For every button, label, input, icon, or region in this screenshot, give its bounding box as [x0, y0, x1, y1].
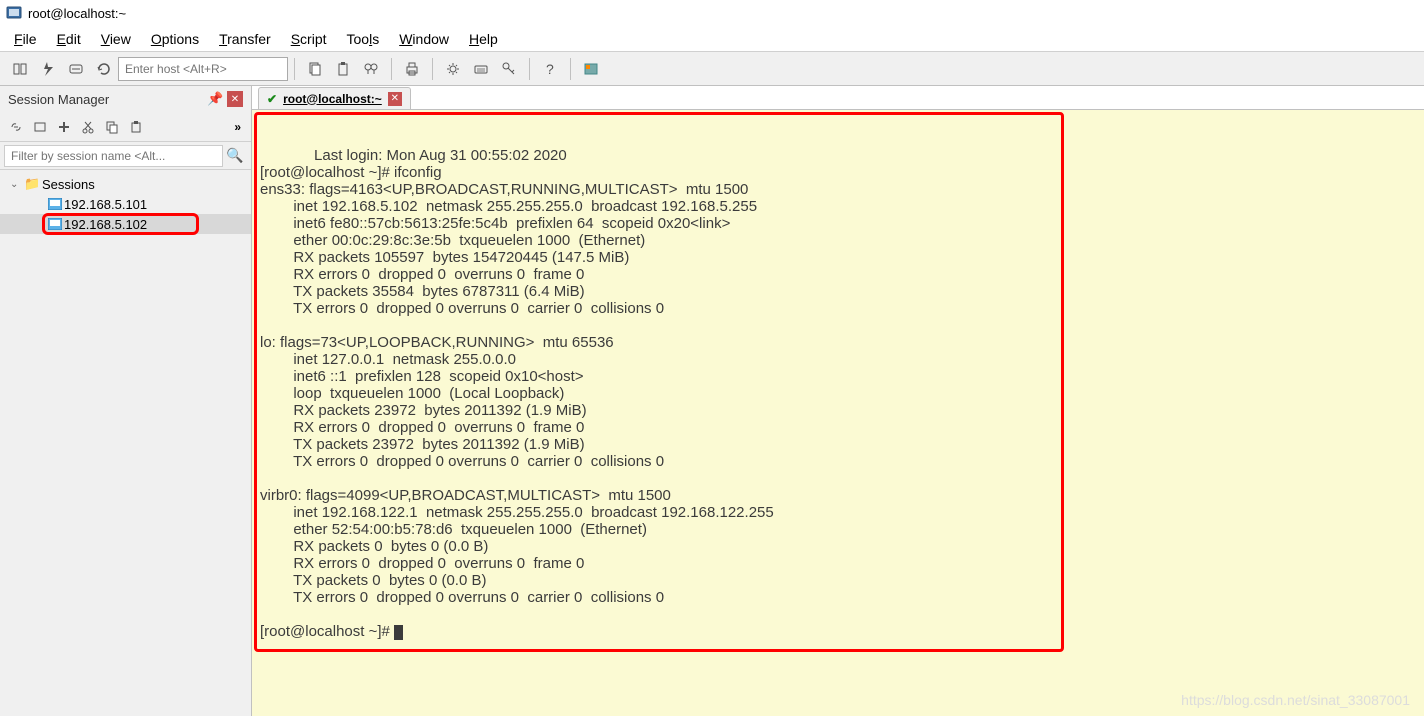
- cut-icon[interactable]: [76, 115, 100, 139]
- tab-active[interactable]: ✔ root@localhost:~ ✕: [258, 87, 411, 109]
- chevron-down-icon[interactable]: ⌄: [10, 179, 24, 190]
- svg-text:?: ?: [546, 61, 554, 77]
- search-icon[interactable]: 🔍: [223, 147, 247, 164]
- print-button[interactable]: [399, 56, 425, 82]
- tree-root-label: Sessions: [42, 177, 95, 192]
- toolbar-separator: [570, 58, 571, 80]
- find-button[interactable]: [358, 56, 384, 82]
- menu-file[interactable]: File: [14, 31, 37, 47]
- tree-root[interactable]: ⌄ 📁 Sessions: [0, 174, 251, 194]
- toolbar-separator: [432, 58, 433, 80]
- toolbar: ?: [0, 52, 1424, 86]
- session-manager-panel: Session Manager 📌 ✕ » 🔍 ⌄ 📁 Sessions: [0, 86, 252, 716]
- paste-session-icon[interactable]: [124, 115, 148, 139]
- toolbar-separator: [391, 58, 392, 80]
- session-filter: 🔍: [0, 142, 251, 170]
- app-icon: [6, 5, 22, 21]
- reconnect-button[interactable]: [91, 56, 117, 82]
- menu-options[interactable]: Options: [151, 31, 199, 47]
- session-tree[interactable]: ⌄ 📁 Sessions 192.168.5.101 192.168.5.102: [0, 170, 251, 716]
- session-manager-toolbar: »: [0, 112, 251, 142]
- new-session-icon[interactable]: [28, 115, 52, 139]
- copy-session-icon[interactable]: [100, 115, 124, 139]
- close-panel-button[interactable]: ✕: [227, 91, 243, 107]
- connected-icon: ✔: [267, 92, 277, 106]
- paste-button[interactable]: [330, 56, 356, 82]
- link-icon[interactable]: [4, 115, 28, 139]
- terminal-icon: [46, 218, 64, 230]
- sessions-button[interactable]: [7, 56, 33, 82]
- tab-title: root@localhost:~: [283, 92, 382, 106]
- title-bar: root@localhost:~: [0, 0, 1424, 26]
- copy-button[interactable]: [302, 56, 328, 82]
- menu-bar: File Edit View Options Transfer Script T…: [0, 26, 1424, 52]
- menu-script[interactable]: Script: [291, 31, 327, 47]
- window-title: root@localhost:~: [28, 6, 126, 21]
- add-icon[interactable]: [52, 115, 76, 139]
- session-manager-header: Session Manager 📌 ✕: [0, 86, 251, 112]
- menu-view[interactable]: View: [101, 31, 131, 47]
- quick-connect-button[interactable]: [35, 56, 61, 82]
- settings-button[interactable]: [440, 56, 466, 82]
- key-button[interactable]: [496, 56, 522, 82]
- misc-button[interactable]: [578, 56, 604, 82]
- more-icon[interactable]: »: [228, 120, 247, 134]
- tab-bar: ✔ root@localhost:~ ✕: [252, 86, 1424, 110]
- main-area: Session Manager 📌 ✕ » 🔍 ⌄ 📁 Sessions: [0, 86, 1424, 716]
- content-area: ✔ root@localhost:~ ✕ Last login: Mon Aug…: [252, 86, 1424, 716]
- terminal-icon: [46, 198, 64, 210]
- menu-edit[interactable]: Edit: [57, 31, 81, 47]
- session-item-label: 192.168.5.102: [64, 217, 147, 232]
- session-item-selected[interactable]: 192.168.5.102: [0, 214, 251, 234]
- keyboard-button[interactable]: [468, 56, 494, 82]
- menu-help[interactable]: Help: [469, 31, 498, 47]
- pin-icon[interactable]: 📌: [207, 91, 223, 107]
- terminal-cursor: [394, 625, 403, 640]
- session-filter-input[interactable]: [4, 145, 223, 167]
- menu-tools[interactable]: Tools: [347, 31, 380, 47]
- tab-close-button[interactable]: ✕: [388, 92, 402, 106]
- connect-button[interactable]: [63, 56, 89, 82]
- watermark: https://blog.csdn.net/sinat_33087001: [1181, 692, 1410, 708]
- terminal-text: Last login: Mon Aug 31 00:55:02 2020 [ro…: [260, 147, 774, 640]
- terminal-output[interactable]: Last login: Mon Aug 31 00:55:02 2020 [ro…: [252, 110, 1424, 716]
- folder-icon: 📁: [24, 176, 42, 192]
- toolbar-separator: [294, 58, 295, 80]
- toolbar-separator: [529, 58, 530, 80]
- menu-transfer[interactable]: Transfer: [219, 31, 271, 47]
- host-input[interactable]: [118, 57, 288, 81]
- session-item-label: 192.168.5.101: [64, 197, 147, 212]
- session-manager-title: Session Manager: [8, 92, 109, 107]
- session-item[interactable]: 192.168.5.101: [0, 194, 251, 214]
- menu-window[interactable]: Window: [399, 31, 449, 47]
- help-button[interactable]: ?: [537, 56, 563, 82]
